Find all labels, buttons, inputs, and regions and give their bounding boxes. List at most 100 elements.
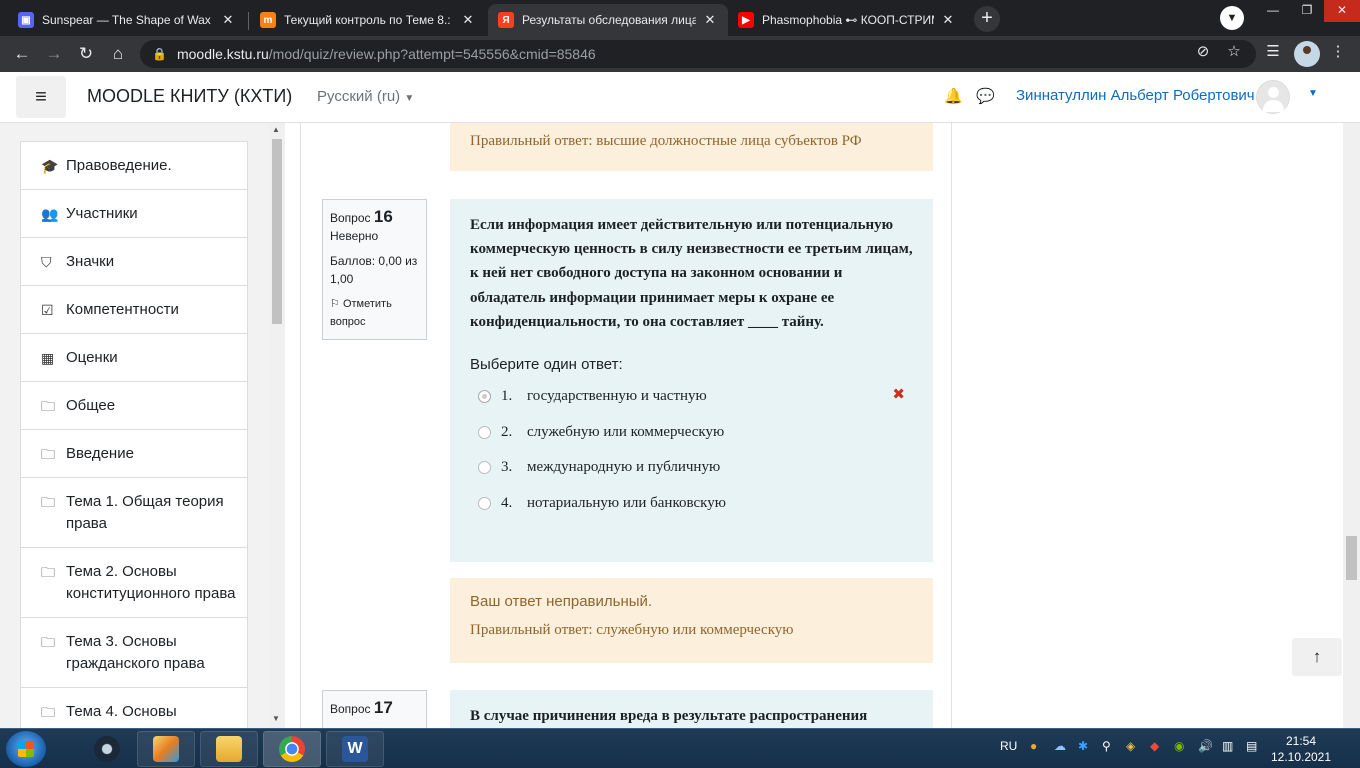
volume-icon[interactable]: 🔊 (1198, 739, 1213, 753)
cloud-icon[interactable]: ☁ (1054, 739, 1066, 753)
moodle-navbar: ≡ MOODLE КНИТУ (КХТИ) Русский (ru) ▼ 🔔 💬… (0, 72, 1360, 123)
drawer-item[interactable]: 🗀 Тема 4. Основы (20, 688, 248, 728)
close-icon[interactable]: ✕ (220, 12, 236, 28)
drawer-item-label: Тема 1. Общая теория права (66, 493, 224, 532)
page-scrollbar[interactable] (1343, 123, 1360, 728)
bluetooth-icon[interactable]: ✱ (1078, 739, 1088, 753)
paint-taskbar-app[interactable] (137, 731, 195, 767)
media-queue-icon[interactable]: ☰ (1263, 42, 1283, 60)
drawer-item-label: Тема 4. Основы (66, 703, 177, 720)
drawer-item[interactable]: 🗀 Тема 2. Основы конституционного права (20, 548, 248, 618)
browser-tab-strip: ▣ Sunspear — The Shape of Wax ✕ m Текущи… (0, 0, 1360, 36)
question-number-value: 16 (373, 207, 393, 226)
drawer-item[interactable]: 🗀 Тема 3. Основы гражданского права (20, 618, 248, 688)
tab-title: Phasmophobia ⊷ КООП-СТРИМ (762, 13, 934, 27)
url-host: moodle.kstu.ru (176, 46, 269, 62)
back-to-top-button[interactable]: ↑ (1292, 638, 1342, 676)
drawer-toggle-button[interactable]: ≡ (16, 76, 66, 118)
nvidia-icon[interactable]: ◉ (1174, 739, 1184, 753)
scroll-up-icon[interactable]: ▲ (272, 125, 280, 134)
answer-text: государственную и частную (527, 388, 707, 405)
steam-icon (94, 736, 120, 762)
nav-drawer: 🎓 Правоведение. 👥 Участники ⛉ Значки ☑ Компетен… (0, 123, 285, 728)
profile-avatar[interactable] (1294, 41, 1320, 67)
start-button[interactable] (6, 731, 46, 767)
answer-radio[interactable] (478, 390, 491, 404)
user-avatar[interactable] (1256, 80, 1290, 114)
steam-taskbar-app[interactable] (78, 731, 136, 767)
update-icon[interactable]: ◈ (1126, 739, 1135, 753)
reload-icon[interactable]: ↻ (74, 42, 98, 66)
minimize-icon[interactable]: — (1256, 0, 1290, 22)
folder-icon: 🗀 (41, 704, 55, 720)
tab-search-icon[interactable]: ▼ (1220, 6, 1244, 30)
question-label: Вопрос (330, 702, 371, 716)
forward-icon[interactable]: → (42, 42, 66, 66)
answer-radio[interactable] (478, 425, 491, 439)
quiz-review-main: Правильный ответ: высшие должностные лиц… (300, 123, 952, 728)
drawer-item[interactable]: 🎓 Правоведение. (20, 141, 248, 190)
chrome-taskbar-app[interactable] (263, 731, 321, 767)
flag-question-link[interactable]: ⚐ Отметить вопрос (330, 295, 419, 331)
drawer-item[interactable]: 🗀 Общее (20, 382, 248, 430)
user-name[interactable]: Зиннатуллин Альберт Робертович (1016, 87, 1255, 104)
scrollbar-thumb[interactable] (272, 139, 282, 324)
address-bar[interactable]: 🔒 moodle.kstu.ru /mod/quiz/review.php?at… (140, 40, 1256, 68)
answer-radio[interactable] (478, 496, 491, 510)
usb-icon[interactable]: ⚲ (1102, 739, 1111, 753)
system-clock[interactable]: 21:54 12.10.2021 (1268, 733, 1334, 765)
language-label: Русский (ru) (317, 88, 401, 105)
drawer-item[interactable]: 🗀 Введение (20, 430, 248, 478)
language-menu[interactable]: Русский (ru) ▼ (317, 88, 414, 105)
word-taskbar-app[interactable]: W (326, 731, 384, 767)
action-center-icon[interactable]: ▤ (1246, 739, 1257, 753)
question-grade: Баллов: 0,00 из 1,00 (330, 254, 418, 286)
drawer-scrollbar[interactable]: ▲ ▼ (269, 123, 285, 728)
question-state: Неверно (330, 229, 379, 243)
scrollbar-thumb[interactable] (1346, 536, 1357, 580)
home-icon[interactable]: ⌂ (106, 42, 130, 66)
tab-title: Текущий контроль по Теме 8.: п (284, 13, 454, 27)
caret-down-icon[interactable]: ▼ (1308, 88, 1318, 99)
maximize-icon[interactable]: ❐ (1290, 0, 1324, 22)
menu-dots-icon[interactable]: ⋮ (1328, 42, 1348, 60)
previous-question-feedback: Правильный ответ: высшие должностные лиц… (450, 123, 933, 171)
browser-tab-4[interactable]: ▶ Phasmophobia ⊷ КООП-СТРИМ ✕ (728, 4, 966, 36)
eye-off-icon[interactable]: ⊘ (1193, 42, 1213, 60)
new-tab-button[interactable]: + (974, 6, 1000, 32)
window-close-icon[interactable]: ✕ (1324, 0, 1360, 22)
drawer-item[interactable]: 🗀 Тема 1. Общая теория права (20, 478, 248, 548)
close-icon[interactable]: ✕ (702, 12, 718, 28)
folder-icon: 🗀 (41, 446, 55, 462)
browser-tab-3[interactable]: Я Результаты обследования лица, ✕ (488, 4, 728, 36)
drawer-item[interactable]: ▦ Оценки (20, 334, 248, 382)
tab-title: Sunspear — The Shape of Wax (42, 13, 211, 27)
drawer-item[interactable]: ☑ Компетентности (20, 286, 248, 334)
network-icon[interactable]: ▥ (1222, 739, 1233, 753)
question-feedback-16: Ваш ответ неправильный. Правильный ответ… (450, 578, 933, 663)
star-icon[interactable]: ☆ (1224, 42, 1244, 60)
scroll-down-icon[interactable]: ▼ (272, 714, 280, 723)
paint-icon (153, 736, 179, 762)
keyboard-language[interactable]: RU (1000, 739, 1017, 753)
cursor-app-icon[interactable]: ◆ (1150, 739, 1159, 753)
right-answer-text: Правильный ответ: высшие должностные лиц… (470, 133, 862, 149)
explorer-taskbar-app[interactable] (200, 731, 258, 767)
browser-tab-1[interactable]: ▣ Sunspear — The Shape of Wax ✕ (8, 4, 246, 36)
site-brand[interactable]: MOODLE КНИТУ (КХТИ) (87, 86, 292, 107)
tab-title: Результаты обследования лица, (522, 13, 696, 27)
close-icon[interactable]: ✕ (940, 12, 956, 28)
close-icon[interactable]: ✕ (460, 12, 476, 28)
drawer-item[interactable]: ⛉ Значки (20, 238, 248, 286)
bell-icon[interactable]: 🔔 (944, 87, 963, 105)
question-text: В случае причинения вреда в результате р… (470, 708, 868, 724)
answer-option: 3. международную и публичную (470, 450, 913, 486)
browser-tab-2[interactable]: m Текущий контроль по Теме 8.: п ✕ (250, 4, 486, 36)
back-icon[interactable]: ← (10, 42, 34, 66)
answer-radio[interactable] (478, 461, 491, 475)
question-body-16: Если информация имеет действительную или… (450, 199, 933, 562)
avast-icon[interactable]: ● (1030, 739, 1037, 753)
folder-icon: 🗀 (41, 634, 55, 650)
drawer-item[interactable]: 👥 Участники (20, 190, 248, 238)
chat-icon[interactable]: 💬 (976, 87, 995, 105)
